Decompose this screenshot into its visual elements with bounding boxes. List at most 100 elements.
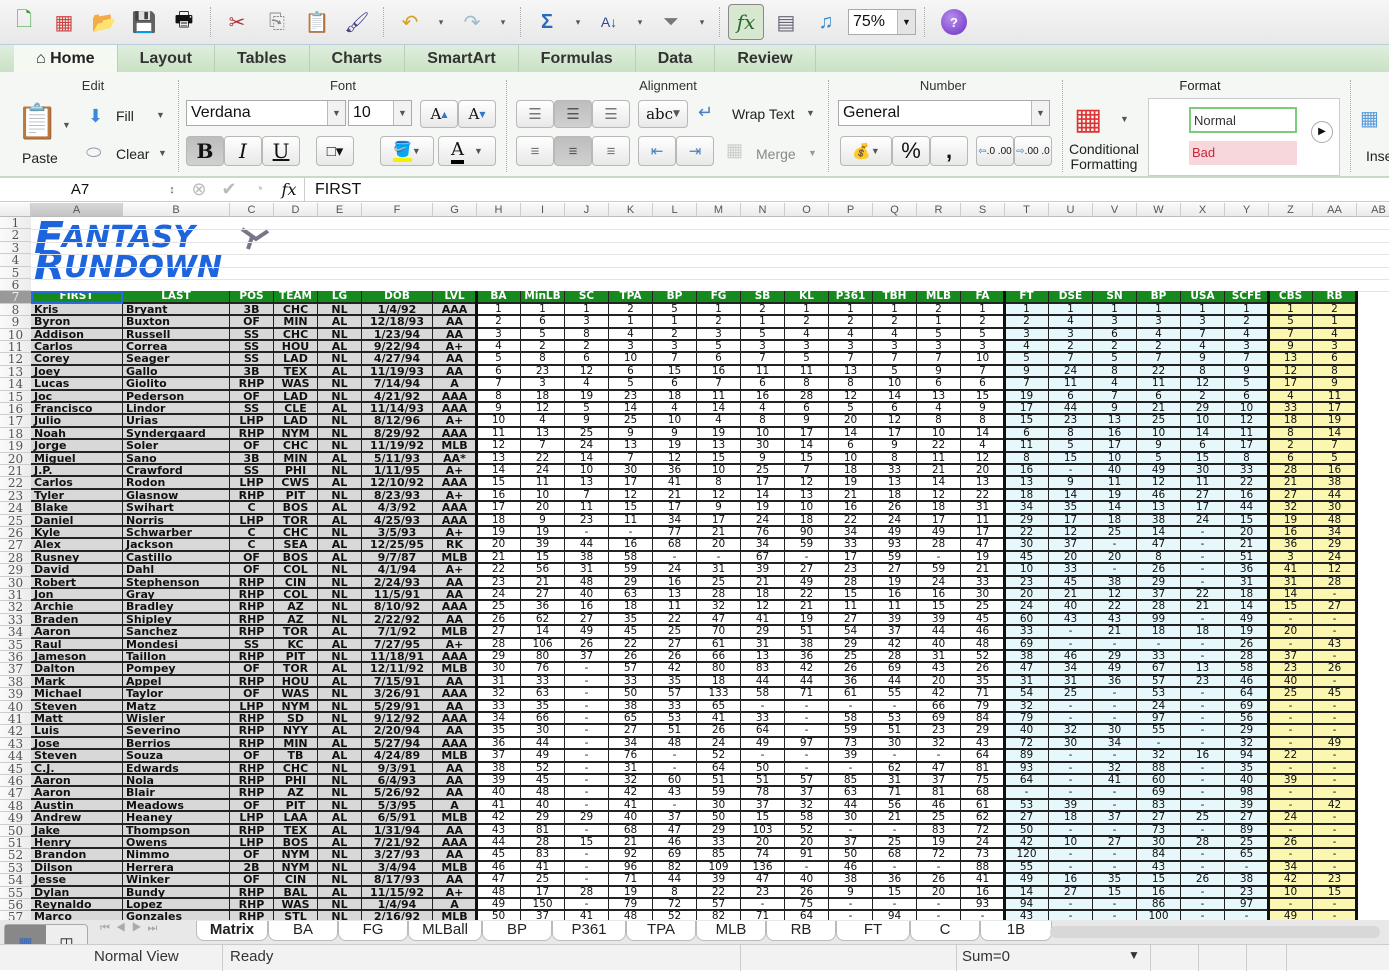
rank-cell[interactable]: 35 — [653, 675, 697, 689]
rank-cell[interactable]: 8 — [1269, 427, 1313, 441]
rank-cell[interactable]: - — [741, 700, 785, 713]
rank-cell[interactable]: 7 — [1005, 378, 1049, 391]
rank-cell[interactable]: 10 — [1049, 837, 1093, 850]
rank-cell[interactable]: 3 — [917, 341, 961, 354]
player-dob-cell[interactable]: 2/22/92 — [362, 613, 433, 627]
player-dob-cell[interactable]: 5/11/93 — [362, 452, 433, 465]
rank-cell[interactable]: 6 — [1313, 353, 1357, 366]
header-cell-sn[interactable]: SN — [1093, 291, 1137, 304]
rank-cell[interactable]: 35 — [609, 613, 653, 627]
rank-cell[interactable]: 16 — [829, 502, 873, 515]
rank-cell[interactable]: 27 — [1181, 489, 1225, 503]
sheet-nav-arrows[interactable]: ⏮◀▶⏭ — [100, 922, 163, 935]
player-last-cell[interactable]: Russell — [123, 328, 230, 341]
player-lvl-cell[interactable]: A+ — [433, 638, 477, 651]
rank-cell[interactable]: 15 — [1049, 452, 1093, 465]
rank-cell[interactable]: 8 — [521, 353, 565, 366]
player-dob-cell[interactable]: 4/25/93 — [362, 514, 433, 527]
rank-cell[interactable]: 93 — [873, 539, 917, 552]
rank-cell[interactable]: 18 — [1137, 626, 1181, 639]
rank-cell[interactable]: 30 — [1313, 502, 1357, 515]
player-team-cell[interactable]: AZ — [274, 601, 318, 614]
rank-cell[interactable]: 44 — [565, 539, 609, 552]
rank-cell[interactable]: 2 — [917, 303, 961, 317]
rank-cell[interactable]: 97 — [1137, 713, 1181, 726]
rank-cell[interactable]: 54 — [1005, 688, 1049, 701]
rank-cell[interactable]: 9 — [1313, 378, 1357, 391]
rank-cell[interactable]: 7 — [697, 378, 741, 391]
row-header[interactable]: 17 — [0, 415, 31, 428]
rank-cell[interactable]: 34 — [1313, 527, 1357, 540]
player-team-cell[interactable]: CIN — [274, 874, 318, 887]
rank-cell[interactable]: - — [873, 861, 917, 875]
player-last-cell[interactable]: Herrera — [123, 861, 230, 875]
rank-cell[interactable]: 34 — [1093, 737, 1137, 751]
player-lvl-cell[interactable]: A+ — [433, 886, 477, 899]
rank-cell[interactable]: - — [1181, 775, 1225, 788]
header-cell-first[interactable]: FIRST — [31, 291, 123, 304]
rank-cell[interactable]: 25 — [697, 576, 741, 589]
player-lg-cell[interactable]: NL — [318, 762, 362, 775]
rank-cell[interactable]: 32 — [1005, 700, 1049, 713]
rank-cell[interactable]: 36 — [1269, 539, 1313, 552]
header-cell-team[interactable]: TEAM — [274, 291, 318, 304]
rank-cell[interactable]: - — [1093, 787, 1137, 800]
rank-cell[interactable]: 11 — [741, 365, 785, 379]
player-team-cell[interactable]: WAS — [274, 899, 318, 912]
player-first-cell[interactable]: David — [31, 564, 123, 577]
rank-cell[interactable]: 24 — [917, 576, 961, 589]
player-lg-cell[interactable]: AL — [318, 750, 362, 763]
player-team-cell[interactable]: SEA — [274, 539, 318, 552]
rank-cell[interactable]: 3 — [697, 328, 741, 341]
rank-cell[interactable]: 64 — [1225, 688, 1269, 701]
header-cell-dob[interactable]: DOB — [362, 291, 433, 304]
rank-cell[interactable]: - — [1181, 576, 1225, 589]
rank-cell[interactable]: 9 — [829, 886, 873, 899]
rank-cell[interactable]: 44 — [873, 675, 917, 689]
player-lvl-cell[interactable]: AA — [433, 589, 477, 602]
rank-cell[interactable]: - — [785, 750, 829, 763]
rank-cell[interactable]: - — [1313, 837, 1357, 850]
rank-cell[interactable]: 94 — [1225, 750, 1269, 763]
player-lvl-cell[interactable]: MLB — [433, 663, 477, 676]
rank-cell[interactable]: 49 — [1313, 737, 1357, 751]
rank-cell[interactable]: - — [1269, 737, 1313, 751]
rank-cell[interactable]: 30 — [521, 725, 565, 738]
rank-cell[interactable]: 33 — [521, 675, 565, 689]
rank-cell[interactable]: 45 — [1049, 576, 1093, 589]
rank-cell[interactable]: 32 — [1269, 502, 1313, 515]
rank-cell[interactable]: 79 — [961, 700, 1005, 713]
rank-cell[interactable]: 7 — [1181, 328, 1225, 341]
rank-cell[interactable]: 7 — [565, 489, 609, 503]
rank-cell[interactable]: 41 — [961, 874, 1005, 887]
player-last-cell[interactable]: Mondesi — [123, 638, 230, 651]
player-first-cell[interactable]: Michael — [31, 688, 123, 701]
player-lg-cell[interactable]: AL — [318, 316, 362, 329]
rank-cell[interactable]: 12 — [653, 452, 697, 465]
rank-cell[interactable]: 11 — [477, 427, 521, 441]
rank-cell[interactable]: - — [1225, 911, 1269, 920]
player-first-cell[interactable]: Jose — [31, 737, 123, 751]
player-dob-cell[interactable]: 7/27/95 — [362, 638, 433, 651]
rank-cell[interactable]: 14 — [1313, 427, 1357, 441]
player-dob-cell[interactable]: 5/27/94 — [362, 737, 433, 751]
rank-cell[interactable]: 23 — [917, 725, 961, 738]
style-normal[interactable]: Normal — [1189, 107, 1297, 133]
player-dob-cell[interactable]: 5/29/91 — [362, 700, 433, 713]
rank-cell[interactable]: 27 — [1049, 886, 1093, 899]
tab-layout[interactable]: Layout — [118, 45, 216, 72]
rank-cell[interactable]: 57 — [785, 775, 829, 788]
rank-cell[interactable]: 1 — [565, 303, 609, 317]
rank-cell[interactable]: 14 — [741, 489, 785, 503]
rank-cell[interactable]: 59 — [609, 564, 653, 577]
player-dob-cell[interactable]: 11/14/93 — [362, 403, 433, 416]
rank-cell[interactable]: 7 — [1093, 390, 1137, 403]
rank-cell[interactable]: 23 — [1005, 576, 1049, 589]
player-first-cell[interactable]: Tyler — [31, 489, 123, 503]
rank-cell[interactable]: 36 — [785, 651, 829, 664]
rank-cell[interactable]: 24 — [653, 564, 697, 577]
rank-cell[interactable]: 38 — [1313, 477, 1357, 490]
rank-cell[interactable]: 11 — [1225, 427, 1269, 441]
player-lvl-cell[interactable]: AAA — [433, 502, 477, 515]
rank-cell[interactable]: 4 — [1049, 316, 1093, 329]
